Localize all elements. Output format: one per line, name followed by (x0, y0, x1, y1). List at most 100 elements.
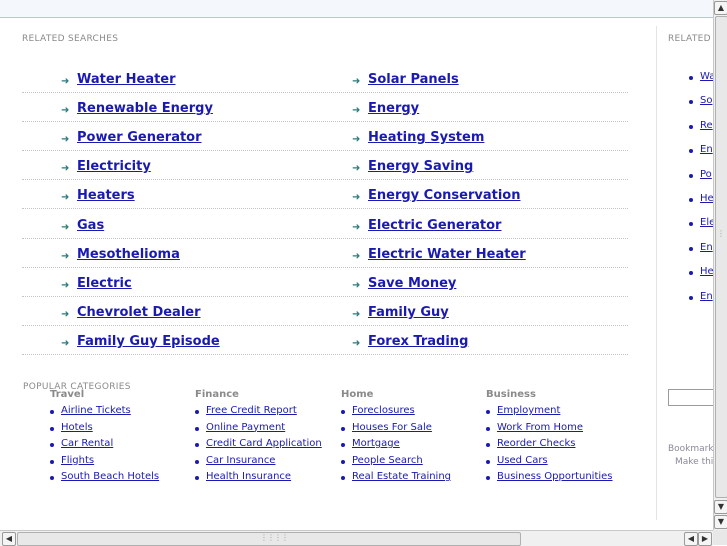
category-link[interactable]: Mortgage (352, 438, 400, 449)
related-search-link[interactable]: Electric (77, 276, 132, 291)
sidebar-related-title: RELATED (668, 34, 711, 44)
scroll-left-arrow-icon-2[interactable]: ◀ (684, 532, 698, 546)
category-item[interactable]: Real Estate Training (341, 471, 481, 488)
bullet-icon (195, 476, 199, 480)
dotted-separator (22, 324, 628, 326)
related-search-link[interactable]: Renewable Energy (77, 101, 213, 116)
bullet-icon (341, 426, 345, 431)
category-link[interactable]: Business Opportunities (497, 471, 613, 482)
related-search-link[interactable]: Mesothelioma (77, 247, 180, 262)
related-search-link[interactable]: Electricity (77, 159, 151, 174)
category-item[interactable]: Airline Tickets (50, 405, 190, 422)
related-search-link[interactable]: Gas (77, 218, 104, 233)
scroll-up-arrow-icon[interactable]: ▲ (714, 1, 727, 15)
sidebar-related-link[interactable]: En (700, 144, 713, 155)
sidebar-related-link[interactable]: Po (700, 169, 712, 180)
related-search-link[interactable]: Energy Conservation (368, 188, 520, 203)
sidebar-search-input[interactable] (668, 389, 713, 406)
related-search-link[interactable]: Family Guy Episode (77, 334, 220, 349)
related-search-link[interactable]: Energy Saving (368, 159, 473, 174)
category-item[interactable]: Houses For Sale (341, 422, 481, 439)
scroll-down-arrow-icon-2[interactable]: ▼ (714, 515, 727, 529)
category-link[interactable]: Free Credit Report (206, 405, 297, 416)
related-search-link[interactable]: Electric Generator (368, 218, 501, 233)
category-link[interactable]: Credit Card Application (206, 438, 322, 449)
category-item[interactable]: Mortgage (341, 438, 481, 455)
bullet-icon (341, 410, 345, 414)
category-item[interactable]: People Search (341, 455, 481, 472)
category-item[interactable]: Car Rental (50, 438, 190, 455)
category-item[interactable]: Work From Home (486, 422, 626, 439)
category-link[interactable]: Used Cars (497, 455, 548, 466)
category-link[interactable]: Health Insurance (206, 471, 291, 482)
horizontal-grip-icon: ⋮⋮⋮⋮ (260, 533, 289, 542)
related-search-link[interactable]: Chevrolet Dealer (77, 305, 201, 320)
scroll-right-arrow-icon[interactable]: ▶ (698, 532, 712, 546)
vertical-scrollbar[interactable]: ▲ ⋮⋮ ▼ ▼ (713, 0, 727, 530)
sidebar-related-link[interactable]: En (700, 242, 713, 253)
dotted-separator (22, 266, 628, 268)
sidebar-related-link[interactable]: So (700, 95, 712, 106)
category-item[interactable]: Flights (50, 455, 190, 472)
related-search-link[interactable]: Forex Trading (368, 334, 468, 349)
sidebar-related-link[interactable]: Wa (700, 71, 713, 82)
category-item[interactable]: Used Cars (486, 455, 626, 472)
bullet-icon (341, 476, 345, 480)
category-item[interactable]: Free Credit Report (195, 405, 335, 422)
category-link[interactable]: Hotels (61, 422, 93, 433)
related-search-link[interactable]: Family Guy (368, 305, 449, 320)
dotted-separator (22, 353, 628, 355)
category-link[interactable]: Foreclosures (352, 405, 415, 416)
category-link[interactable]: Airline Tickets (61, 405, 131, 416)
category-link[interactable]: Car Rental (61, 438, 113, 449)
bullet-icon (689, 173, 693, 178)
category-item[interactable]: South Beach Hotels (50, 471, 190, 488)
category-link[interactable]: Reorder Checks (497, 438, 575, 449)
vertical-scroll-thumb[interactable]: ⋮⋮ (715, 16, 727, 498)
make-homepage-link[interactable]: Make thi (675, 457, 713, 467)
scroll-left-arrow-icon[interactable]: ◀ (2, 532, 16, 546)
category-item[interactable]: Car Insurance (195, 455, 335, 472)
arrow-right-icon: ➜ (61, 192, 70, 204)
category-item[interactable]: Hotels (50, 422, 190, 439)
sidebar-related-link[interactable]: Re (700, 120, 713, 131)
category-item[interactable]: Business Opportunities (486, 471, 626, 488)
dotted-separator (22, 121, 628, 123)
horizontal-scroll-thumb[interactable]: ⋮⋮⋮⋮ (17, 532, 521, 546)
related-search-link[interactable]: Heaters (77, 188, 135, 203)
related-search-link[interactable]: Save Money (368, 276, 456, 291)
sidebar-related-link[interactable]: He (700, 266, 713, 277)
related-search-link[interactable]: Water Heater (77, 72, 176, 87)
category-link[interactable]: South Beach Hotels (61, 471, 159, 482)
sidebar-related-link[interactable]: He (700, 193, 713, 204)
category-link[interactable]: Real Estate Training (352, 471, 451, 482)
scrollbar-corner (713, 530, 727, 545)
category-link[interactable]: Online Payment (206, 422, 285, 433)
related-search-link[interactable]: Heating System (368, 130, 484, 145)
arrow-right-icon: ➜ (352, 76, 361, 87)
category-item[interactable]: Employment (486, 405, 626, 422)
category-item[interactable]: Online Payment (195, 422, 335, 439)
bookmark-link[interactable]: Bookmark (668, 444, 713, 454)
category-link[interactable]: Houses For Sale (352, 422, 432, 433)
related-search-link[interactable]: Power Generator (77, 130, 202, 145)
horizontal-scrollbar[interactable]: ◀ ⋮⋮⋮⋮ ◀ ▶ (0, 530, 713, 546)
category-item[interactable]: Credit Card Application (195, 438, 335, 455)
scroll-down-arrow-icon[interactable]: ▼ (714, 500, 727, 514)
category-link[interactable]: Work From Home (497, 422, 583, 433)
related-search-link[interactable]: Electric Water Heater (368, 247, 526, 262)
sidebar-related-link[interactable]: Ele (700, 217, 713, 228)
category-item[interactable]: Health Insurance (195, 471, 335, 488)
category-link[interactable]: Flights (61, 455, 94, 466)
category-link[interactable]: People Search (352, 455, 423, 466)
related-search-link[interactable]: Energy (368, 101, 419, 116)
sidebar-related-link[interactable]: En (700, 291, 713, 302)
category-item[interactable]: Reorder Checks (486, 438, 626, 455)
dotted-separator (22, 295, 628, 297)
bullet-icon (689, 222, 693, 227)
category-link[interactable]: Car Insurance (206, 455, 275, 466)
category-heading: Business (486, 389, 536, 400)
category-link[interactable]: Employment (497, 405, 560, 416)
related-search-link[interactable]: Solar Panels (368, 72, 459, 87)
category-item[interactable]: Foreclosures (341, 405, 481, 422)
